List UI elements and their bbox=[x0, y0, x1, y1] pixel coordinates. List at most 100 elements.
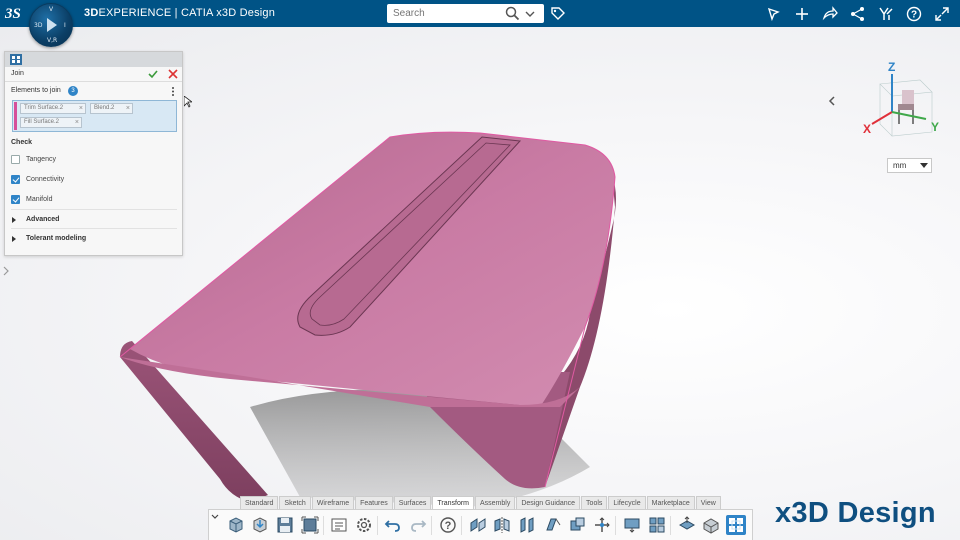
axis-triad[interactable]: Z X Y bbox=[860, 62, 945, 152]
tangency-checkbox[interactable] bbox=[11, 155, 20, 164]
cancel-button[interactable] bbox=[168, 69, 178, 79]
element-chip[interactable]: Fill Surface.2 × bbox=[20, 117, 82, 128]
compass-top-label: V bbox=[49, 6, 54, 13]
forward-icon[interactable] bbox=[818, 4, 842, 24]
tangency-option[interactable]: Tangency bbox=[11, 155, 171, 165]
search-field[interactable] bbox=[387, 4, 544, 23]
rotate-icon[interactable] bbox=[567, 515, 587, 535]
open-3d-icon[interactable] bbox=[226, 515, 246, 535]
add-icon[interactable] bbox=[790, 4, 814, 24]
extrapolate-icon[interactable] bbox=[647, 515, 667, 535]
svg-text:?: ? bbox=[911, 10, 917, 21]
axis-to-axis-icon[interactable] bbox=[622, 515, 642, 535]
axis-y-label: Y bbox=[931, 120, 939, 134]
dropdown-arrow-icon[interactable] bbox=[920, 163, 928, 168]
connectivity-checkbox[interactable] bbox=[11, 175, 20, 184]
join-icon[interactable] bbox=[726, 515, 746, 535]
undo-icon[interactable] bbox=[383, 515, 403, 535]
tangency-label: Tangency bbox=[26, 156, 56, 163]
tab-design-guidance[interactable]: Design Guidance bbox=[516, 496, 581, 509]
join-panel: Join Elements to join 3 Trim Surface.2 × … bbox=[4, 51, 183, 256]
ds-logo-icon[interactable]: 3S bbox=[4, 3, 26, 23]
panel-title: Join bbox=[11, 70, 24, 77]
axis-z-label: Z bbox=[888, 62, 895, 74]
advanced-label: Advanced bbox=[26, 216, 60, 223]
compass-bottom-label: V,R bbox=[47, 37, 58, 44]
elements-count-badge: 3 bbox=[68, 86, 78, 96]
side-panel-handle-icon[interactable] bbox=[2, 266, 10, 276]
elements-selection-box[interactable]: Trim Surface.2 × Blend.2 × Fill Surface.2 × bbox=[12, 100, 177, 132]
chevron-down-icon[interactable] bbox=[211, 513, 219, 521]
tab-marketplace[interactable]: Marketplace bbox=[646, 496, 695, 509]
help-icon[interactable]: ? bbox=[438, 515, 458, 535]
affinity-icon[interactable] bbox=[592, 515, 612, 535]
compass-left-label: 3D bbox=[34, 22, 43, 29]
chevron-down-icon[interactable] bbox=[524, 7, 536, 19]
redo-icon[interactable] bbox=[408, 515, 428, 535]
element-chip[interactable]: Trim Surface.2 × bbox=[20, 103, 86, 114]
panel-header[interactable] bbox=[5, 52, 182, 67]
tag-icon[interactable] bbox=[550, 6, 566, 22]
units-value: mm bbox=[893, 161, 907, 170]
ok-button[interactable] bbox=[148, 69, 158, 79]
settings-icon[interactable] bbox=[354, 515, 374, 535]
action-bar: ? bbox=[208, 509, 753, 540]
tab-transform[interactable]: Transform bbox=[432, 496, 474, 509]
properties-icon[interactable] bbox=[329, 515, 349, 535]
translate-icon[interactable] bbox=[468, 515, 488, 535]
compass-right-label: I bbox=[64, 22, 66, 29]
remove-icon[interactable]: × bbox=[126, 104, 130, 113]
play-icon[interactable] bbox=[47, 18, 57, 32]
tab-standard[interactable]: Standard bbox=[240, 496, 279, 509]
expand-icon[interactable] bbox=[12, 217, 16, 223]
manifold-checkbox[interactable] bbox=[11, 195, 20, 204]
help-icon[interactable]: ? bbox=[902, 4, 926, 24]
save-icon[interactable] bbox=[275, 515, 295, 535]
mirror-icon[interactable] bbox=[492, 515, 512, 535]
collapse-icon[interactable] bbox=[930, 4, 954, 24]
tab-features[interactable]: Features bbox=[355, 496, 393, 509]
chevron-left-icon[interactable] bbox=[826, 94, 838, 108]
action-bar-tabs: Standard Sketch Wireframe Features Surfa… bbox=[240, 496, 722, 509]
tab-tools[interactable]: Tools bbox=[581, 496, 608, 509]
remove-icon[interactable]: × bbox=[75, 118, 79, 127]
tolerant-modeling-section[interactable]: Tolerant modeling bbox=[11, 234, 177, 244]
symmetry-icon[interactable] bbox=[517, 515, 537, 535]
mouse-cursor-icon bbox=[184, 96, 192, 108]
community-icon[interactable] bbox=[874, 4, 898, 24]
toolbar-separator bbox=[670, 516, 671, 535]
check-section-title: Check bbox=[11, 139, 33, 146]
expand-icon[interactable] bbox=[12, 236, 16, 242]
share-arrow-icon[interactable] bbox=[762, 4, 786, 24]
units-select[interactable]: mm bbox=[887, 158, 932, 173]
tab-sketch[interactable]: Sketch bbox=[279, 496, 311, 509]
search-input[interactable] bbox=[387, 4, 502, 23]
tab-view[interactable]: View bbox=[695, 496, 721, 509]
3d-compass[interactable]: V 3D I V,R bbox=[29, 3, 73, 47]
remove-icon[interactable]: × bbox=[79, 104, 83, 113]
tab-wireframe[interactable]: Wireframe bbox=[311, 496, 355, 509]
tab-lifecycle[interactable]: Lifecycle bbox=[608, 496, 646, 509]
tab-assembly[interactable]: Assembly bbox=[475, 496, 516, 509]
panel-title-row: Join bbox=[5, 67, 182, 82]
position-icon[interactable] bbox=[701, 515, 721, 535]
element-chip[interactable]: Blend.2 × bbox=[90, 103, 133, 114]
save-as-icon[interactable] bbox=[300, 515, 320, 535]
connectivity-label: Connectivity bbox=[26, 176, 65, 183]
tolerant-modeling-label: Tolerant modeling bbox=[26, 235, 87, 242]
more-options-icon[interactable] bbox=[171, 86, 175, 97]
elements-to-join-label: Elements to join bbox=[11, 87, 61, 94]
connectivity-option[interactable]: Connectivity bbox=[11, 175, 171, 185]
chip-label: Trim Surface.2 bbox=[24, 105, 64, 111]
tab-surfaces[interactable]: Surfaces bbox=[393, 496, 432, 509]
svg-text:?: ? bbox=[445, 520, 452, 532]
toolbar-separator bbox=[323, 516, 324, 535]
import-icon[interactable] bbox=[250, 515, 270, 535]
scale-icon[interactable] bbox=[542, 515, 562, 535]
manifold-option[interactable]: Manifold bbox=[11, 195, 171, 205]
share-icon[interactable] bbox=[846, 4, 870, 24]
advanced-section[interactable]: Advanced bbox=[11, 215, 177, 225]
search-icon[interactable] bbox=[505, 6, 520, 21]
move-icon[interactable] bbox=[677, 515, 697, 535]
toolbar-separator bbox=[377, 516, 378, 535]
